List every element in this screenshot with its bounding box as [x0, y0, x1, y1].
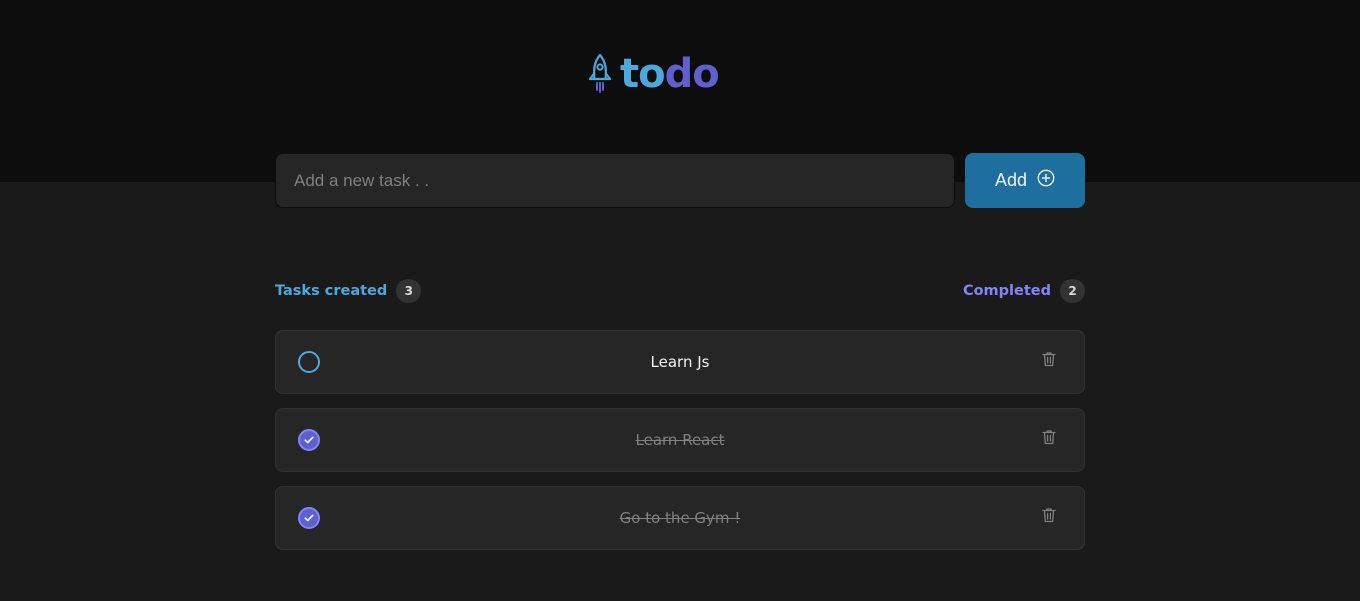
task-checkbox[interactable] [298, 507, 320, 529]
new-task-input[interactable] [275, 153, 955, 208]
rocket-icon [588, 53, 612, 95]
tasks-created-count: 3 [396, 278, 422, 303]
app-logo: todo [588, 50, 720, 98]
logo-text: todo [620, 50, 720, 98]
logo-text-prefix: to [620, 51, 666, 97]
trash-icon[interactable] [1040, 427, 1058, 447]
add-button-label: Add [994, 170, 1028, 190]
tasks-created-label: Tasks created [275, 282, 388, 299]
task-item: Learn React [275, 408, 1085, 472]
task-stats: Tasks created 3 Completed 2 [275, 278, 1085, 303]
task-item: Go to the Gym ! [275, 486, 1085, 550]
task-list: Learn Js Learn React Go to the Gym ! [275, 330, 1085, 564]
trash-icon[interactable] [1040, 349, 1058, 369]
task-checkbox[interactable] [298, 351, 320, 373]
tasks-completed-label: Completed [962, 282, 1051, 299]
add-task-button[interactable]: Add [965, 153, 1085, 208]
tasks-completed-count: 2 [1060, 278, 1085, 303]
task-text: Learn Js [650, 353, 710, 371]
task-text: Go to the Gym ! [619, 509, 741, 527]
task-item: Learn Js [275, 330, 1085, 394]
trash-icon[interactable] [1040, 505, 1058, 525]
tasks-created-stat: Tasks created 3 [275, 278, 422, 303]
task-checkbox[interactable] [298, 429, 320, 451]
plus-circle-icon [1037, 169, 1055, 187]
tasks-completed-stat: Completed 2 [962, 278, 1085, 303]
task-text: Learn React [635, 431, 725, 449]
logo-text-suffix: do [664, 51, 720, 97]
